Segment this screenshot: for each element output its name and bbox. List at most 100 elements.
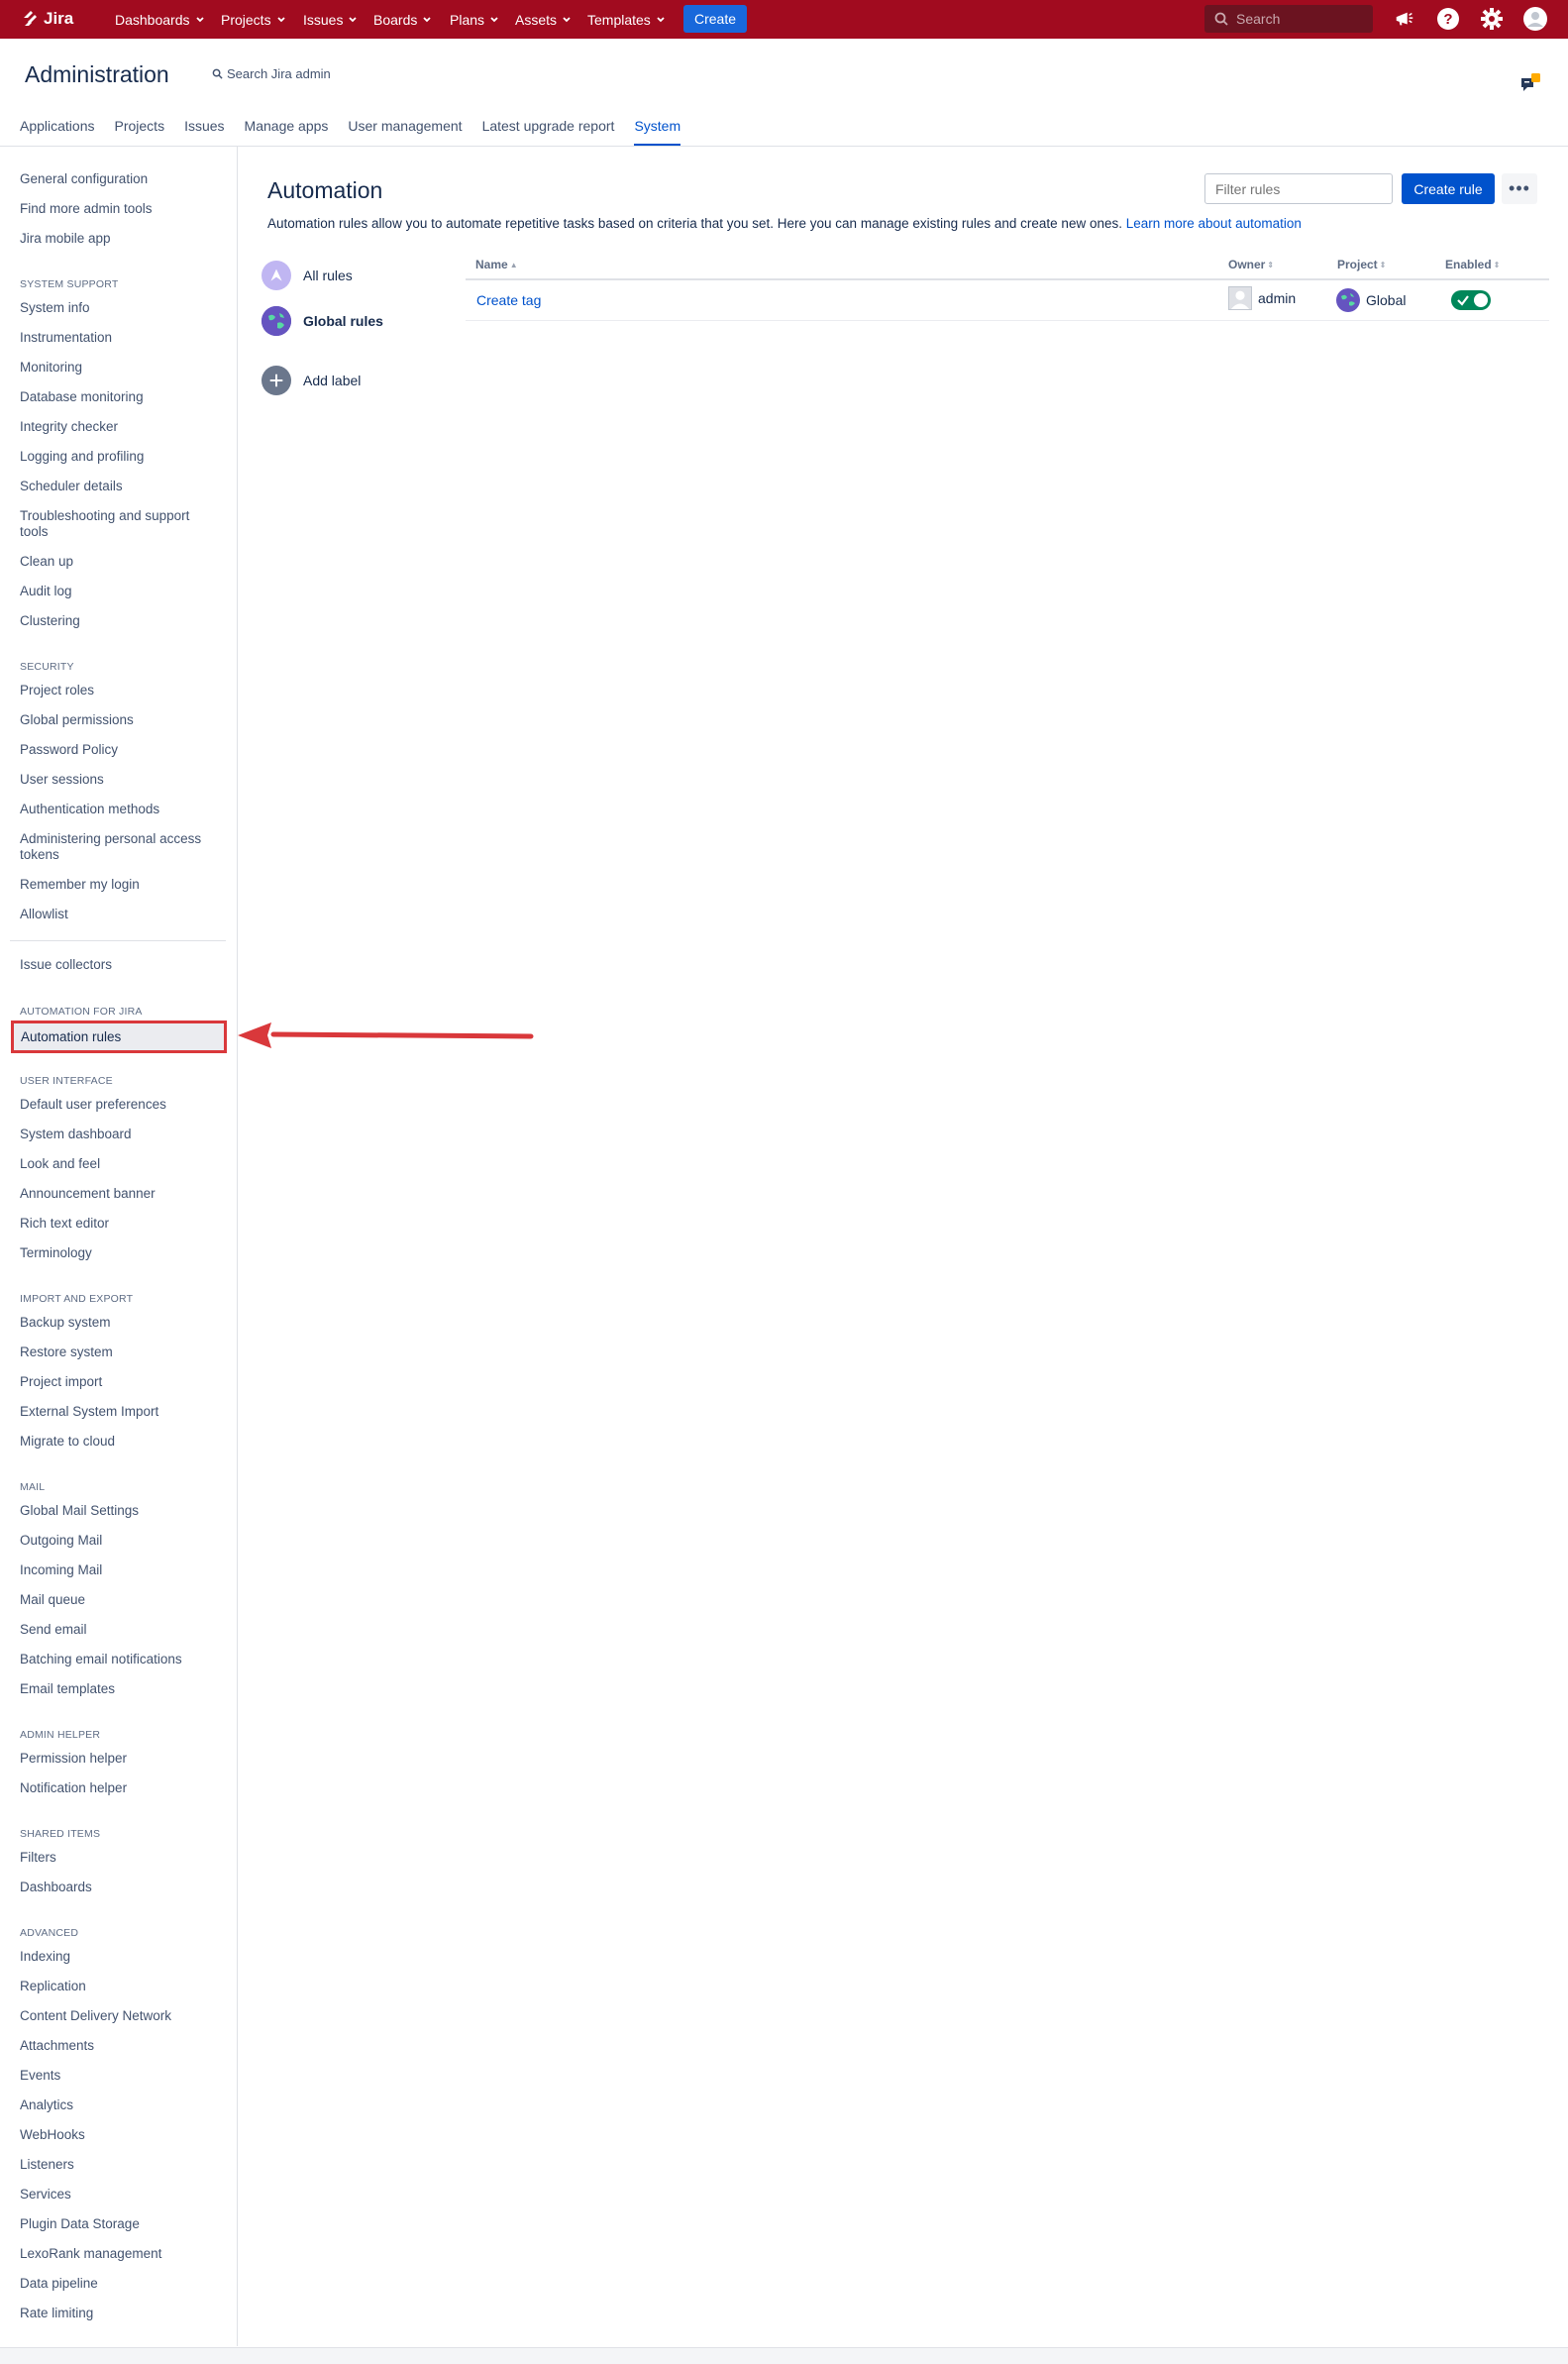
sidebar-item-indexing[interactable]: Indexing [20, 1949, 218, 1965]
tab-latest-upgrade-report[interactable]: Latest upgrade report [482, 118, 615, 146]
sidebar-item-filters[interactable]: Filters [20, 1850, 218, 1866]
description-text: Automation rules allow you to automate r… [267, 216, 1122, 231]
sidebar-item-send-email[interactable]: Send email [20, 1622, 218, 1638]
nav-projects[interactable]: Projects [221, 11, 286, 29]
sidebar-item-external-system-import[interactable]: External System Import [20, 1404, 218, 1420]
sidebar-item-integrity-checker[interactable]: Integrity checker [20, 419, 218, 435]
sidebar-item-plugin-data-storage[interactable]: Plugin Data Storage [20, 2216, 218, 2232]
sidebar-item-events[interactable]: Events [20, 2068, 218, 2084]
add-label-button[interactable]: Add label [261, 366, 361, 395]
tab-applications[interactable]: Applications [20, 118, 95, 146]
sidebar-item-replication[interactable]: Replication [20, 1979, 218, 1994]
sidebar-item-audit-log[interactable]: Audit log [20, 584, 218, 599]
rule-name-link[interactable]: Create tag [476, 292, 541, 308]
sidebar-item-personal-access-tokens[interactable]: Administering personal access tokens [20, 831, 223, 863]
nav-plans-label: Plans [450, 12, 485, 28]
sidebar-item-user-sessions[interactable]: User sessions [20, 772, 218, 788]
learn-more-link[interactable]: Learn more about automation [1126, 216, 1302, 231]
global-search-input[interactable]: Search [1204, 5, 1373, 33]
sidebar-item-attachments[interactable]: Attachments [20, 2038, 218, 2054]
sidebar-item-remember-my-login[interactable]: Remember my login [20, 877, 218, 893]
sidebar-item-general-configuration[interactable]: General configuration [20, 171, 218, 187]
sidebar-item-content-delivery-network[interactable]: Content Delivery Network [20, 2008, 218, 2024]
settings-icon[interactable] [1480, 7, 1504, 31]
help-icon[interactable]: ? [1436, 7, 1460, 31]
rule-enabled-toggle[interactable] [1451, 290, 1491, 310]
sidebar-item-issue-collectors[interactable]: Issue collectors [20, 957, 218, 973]
label-all-rules[interactable]: All rules [261, 261, 353, 290]
sidebar-item-analytics[interactable]: Analytics [20, 2097, 218, 2113]
admin-search[interactable]: Search Jira admin [212, 66, 331, 81]
nav-dashboards[interactable]: Dashboards [115, 11, 205, 29]
filter-rules-input[interactable] [1204, 173, 1393, 204]
sidebar-item-global-permissions[interactable]: Global permissions [20, 712, 218, 728]
column-header-project[interactable]: Project ⇕ [1337, 258, 1386, 271]
sidebar-item-system-info[interactable]: System info [20, 300, 218, 316]
sidebar-item-data-pipeline[interactable]: Data pipeline [20, 2276, 218, 2292]
sidebar-item-password-policy[interactable]: Password Policy [20, 742, 218, 758]
more-actions-button[interactable]: ••• [1502, 173, 1537, 204]
sidebar-item-rich-text-editor[interactable]: Rich text editor [20, 1216, 218, 1232]
column-header-enabled[interactable]: Enabled ⇕ [1445, 258, 1500, 271]
sidebar-item-outgoing-mail[interactable]: Outgoing Mail [20, 1533, 218, 1549]
sidebar-item-migrate-to-cloud[interactable]: Migrate to cloud [20, 1434, 218, 1450]
sidebar-item-logging-and-profiling[interactable]: Logging and profiling [20, 449, 218, 465]
sidebar-item-scheduler-details[interactable]: Scheduler details [20, 479, 218, 494]
sidebar-item-instrumentation[interactable]: Instrumentation [20, 330, 218, 346]
nav-assets[interactable]: Assets [515, 11, 572, 29]
sidebar-item-system-dashboard[interactable]: System dashboard [20, 1127, 218, 1142]
sidebar-item-project-roles[interactable]: Project roles [20, 683, 218, 698]
avatar[interactable] [1523, 7, 1547, 31]
tab-projects[interactable]: Projects [115, 118, 165, 146]
sidebar-item-notification-helper[interactable]: Notification helper [20, 1780, 218, 1796]
nav-plans[interactable]: Plans [450, 11, 499, 29]
sidebar-item-default-user-preferences[interactable]: Default user preferences [20, 1097, 218, 1113]
feedback-icon[interactable] [1519, 73, 1541, 95]
sidebar-item-project-import[interactable]: Project import [20, 1374, 218, 1390]
nav-templates[interactable]: Templates [587, 11, 666, 29]
sidebar-item-authentication-methods[interactable]: Authentication methods [20, 802, 218, 817]
sidebar-item-lexorank-management[interactable]: LexoRank management [20, 2246, 218, 2262]
sidebar-item-listeners[interactable]: Listeners [20, 2157, 218, 2173]
create-rule-button[interactable]: Create rule [1402, 173, 1495, 204]
sidebar-item-terminology[interactable]: Terminology [20, 1245, 218, 1261]
sidebar-item-look-and-feel[interactable]: Look and feel [20, 1156, 218, 1172]
nav-issues[interactable]: Issues [303, 11, 358, 29]
table-header-divider [466, 278, 1549, 280]
sidebar-item-restore-system[interactable]: Restore system [20, 1344, 218, 1360]
sidebar-item-monitoring[interactable]: Monitoring [20, 360, 218, 376]
chevron-down-icon [657, 17, 665, 23]
tab-manage-apps[interactable]: Manage apps [245, 118, 329, 146]
sidebar-item-find-more-admin-tools[interactable]: Find more admin tools [20, 201, 218, 217]
sidebar-item-services[interactable]: Services [20, 2187, 218, 2203]
sidebar-item-troubleshooting[interactable]: Troubleshooting and support tools [20, 508, 218, 540]
sidebar-item-global-mail-settings[interactable]: Global Mail Settings [20, 1503, 218, 1519]
sidebar-item-permission-helper[interactable]: Permission helper [20, 1751, 218, 1767]
nav-boards[interactable]: Boards [373, 11, 432, 29]
sidebar-item-mail-queue[interactable]: Mail queue [20, 1592, 218, 1608]
create-button[interactable]: Create [683, 5, 747, 33]
sidebar-item-rate-limiting[interactable]: Rate limiting [20, 2306, 218, 2321]
tab-system[interactable]: System [634, 118, 680, 146]
column-header-owner[interactable]: Owner ⇕ [1228, 258, 1274, 271]
sort-icon: ⇕ [1493, 260, 1501, 269]
tab-issues[interactable]: Issues [184, 118, 224, 146]
sidebar-item-announcement-banner[interactable]: Announcement banner [20, 1186, 218, 1202]
notifications-icon[interactable] [1393, 7, 1416, 31]
sidebar-item-database-monitoring[interactable]: Database monitoring [20, 389, 218, 405]
sidebar-item-webhooks[interactable]: WebHooks [20, 2127, 218, 2143]
sidebar-item-email-templates[interactable]: Email templates [20, 1681, 218, 1697]
tab-user-management[interactable]: User management [348, 118, 462, 146]
sidebar-item-batching-email-notifications[interactable]: Batching email notifications [20, 1652, 218, 1667]
sidebar-item-dashboards[interactable]: Dashboards [20, 1880, 218, 1895]
sidebar-item-clustering[interactable]: Clustering [20, 613, 218, 629]
sidebar-item-incoming-mail[interactable]: Incoming Mail [20, 1562, 218, 1578]
sidebar-item-allowlist[interactable]: Allowlist [20, 907, 218, 922]
jira-logo[interactable]: Jira [22, 8, 73, 30]
column-header-name[interactable]: Name ▲ [475, 258, 518, 271]
sidebar-item-automation-rules[interactable]: Automation rules [11, 1021, 227, 1053]
label-global-rules[interactable]: Global rules [261, 306, 383, 336]
sidebar-item-jira-mobile-app[interactable]: Jira mobile app [20, 231, 218, 247]
sidebar-item-backup-system[interactable]: Backup system [20, 1315, 218, 1331]
sidebar-item-clean-up[interactable]: Clean up [20, 554, 218, 570]
